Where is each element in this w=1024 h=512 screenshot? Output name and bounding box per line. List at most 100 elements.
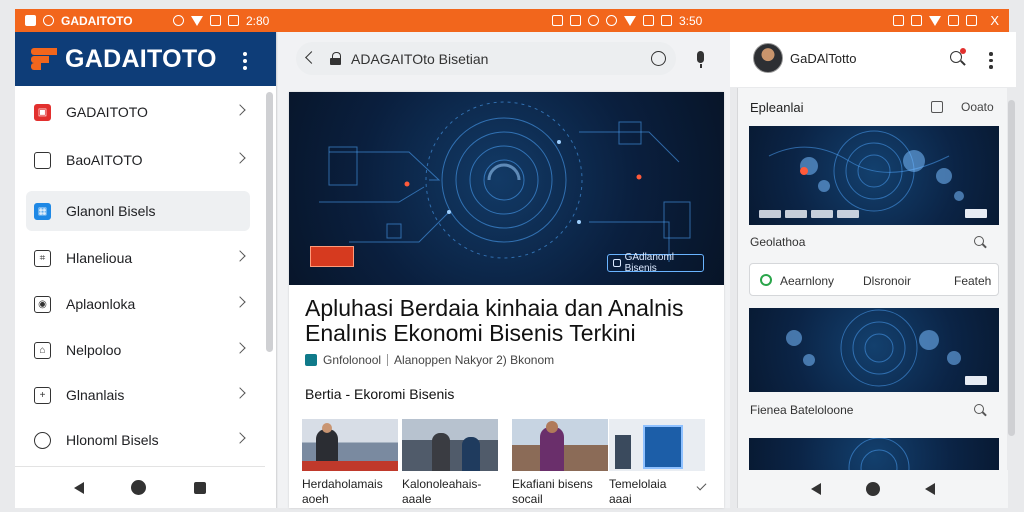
search-icon[interactable] — [974, 236, 984, 246]
status-time: 2:80 — [246, 13, 270, 28]
wifi-icon — [191, 15, 203, 26]
drawer-item-2[interactable]: ▦ Glanonl Bisels — [26, 191, 250, 231]
microphone-icon[interactable] — [697, 51, 704, 68]
drawer-item-5[interactable]: ⌂ Nelpoloo — [26, 330, 250, 370]
drawer-item-7[interactable]: Hlonoml Bisels — [26, 420, 250, 460]
thumb-caption-line: aaale — [402, 492, 432, 506]
filter-tab-3[interactable]: Feateh — [954, 274, 991, 288]
meta-tag[interactable]: Gnfolonool — [323, 353, 381, 367]
signal-icon — [966, 15, 978, 26]
back-icon[interactable] — [73, 481, 84, 494]
system-nav-bar — [738, 470, 1008, 508]
drawer-item-6[interactable]: + Glnanlais — [26, 375, 250, 415]
settings-icon — [911, 15, 923, 26]
drawer-item-label: Glanonl Bisels — [66, 203, 156, 219]
thumb-caption[interactable]: Kalonoleahais- aaale — [402, 477, 512, 507]
thumb-caption-line: aoeh — [302, 492, 329, 506]
info-icon — [613, 259, 621, 267]
profile-name[interactable]: GaDAlTotto — [790, 51, 856, 66]
cast-icon — [552, 15, 563, 26]
related-articles: Herdaholamais aoeh Kalonoleahais- aaale … — [302, 419, 712, 508]
right-sidebar: Epleanlai Ooato Geolathoa Aearnlony Dlsr… — [737, 88, 1008, 508]
clipboard-icon: ⌗ — [34, 249, 51, 267]
wifi-icon — [624, 15, 636, 26]
drawer-item-1[interactable]: BaoAITOTO — [26, 140, 250, 180]
map-tags — [759, 210, 859, 218]
drawer-item-3[interactable]: ⌗ Hlanelioua — [26, 238, 250, 278]
sidebar-label-1[interactable]: Geolathoa — [750, 235, 805, 249]
headline-line-2: Enalınis Ekonomi Bisenis Terkini — [305, 320, 636, 346]
address-text[interactable]: ADAGAITOto Bisetian — [351, 51, 488, 67]
home-icon[interactable] — [131, 480, 147, 495]
article-hero-image: GAdlanoml Bisenis — [289, 92, 724, 285]
drawer-header: GADAITOTO — [15, 32, 276, 86]
drawer-item-label: Hlonoml Bisels — [66, 432, 159, 448]
brand-icon: ▣ — [34, 103, 51, 121]
camera-icon: ◉ — [34, 295, 51, 313]
article-card[interactable]: GAdlanoml Bisenis Apluhasi Berdaia kinha… — [289, 92, 724, 508]
drawer-item-0[interactable]: ▣ GADAITOTO — [26, 92, 250, 132]
drawer-brand-title: GADAITOTO — [65, 44, 217, 73]
search-icon[interactable] — [974, 404, 984, 414]
sidebar-heading: Epleanlai — [750, 100, 804, 115]
sidebar-scrollbar[interactable] — [1008, 100, 1015, 436]
back-arrow-icon[interactable] — [305, 51, 318, 64]
back-icon[interactable] — [925, 483, 936, 495]
thumb-caption-line: aaai — [609, 492, 632, 506]
system-nav-bar — [15, 466, 265, 508]
drawer-item-4[interactable]: ◉ Aplaonloka — [26, 284, 250, 324]
bluetooth-icon — [893, 15, 905, 26]
map-action-button[interactable] — [965, 209, 987, 218]
location-icon — [606, 15, 617, 26]
section-title: Bertia - Ekoromi Bisenis — [305, 386, 455, 402]
thumbnail-image[interactable] — [512, 419, 608, 471]
gallery-icon[interactable] — [931, 101, 943, 113]
chevron-right-icon — [234, 250, 246, 262]
more-options-icon[interactable] — [243, 52, 247, 70]
world-map-card[interactable] — [749, 308, 999, 392]
recent-apps-icon[interactable] — [194, 481, 207, 494]
chevron-right-icon — [234, 296, 246, 308]
more-options-icon[interactable] — [989, 52, 993, 69]
bank-icon: ⌂ — [34, 341, 51, 359]
thumbnail-image[interactable] — [302, 419, 398, 471]
drawer-scrollbar[interactable] — [266, 92, 273, 352]
drawer-item-label: GADAITOTO — [66, 104, 148, 120]
category-icon — [305, 354, 317, 366]
world-map-card[interactable] — [749, 126, 999, 225]
filter-tab-2[interactable]: Dlsronoir — [863, 274, 911, 288]
chevron-right-icon — [234, 432, 246, 444]
hero-logo-badge — [310, 246, 354, 267]
status-bar: GADAITOTO 2:80 3:50 X — [15, 9, 1009, 32]
thumbnail-image[interactable] — [609, 419, 705, 471]
image-icon — [228, 15, 239, 26]
hero-caption-badge: GAdlanoml Bisenis — [607, 252, 704, 274]
profile-bar: GaDAlTotto — [730, 32, 1016, 87]
thumb-caption-line: Kalonoleahais- — [402, 477, 482, 491]
sidebar-heading-action[interactable]: Ooato — [961, 100, 994, 114]
map-action-button[interactable] — [965, 376, 987, 385]
thumb-caption[interactable]: Ekafiani bisens socail — [512, 477, 622, 507]
thumb-caption-line: Herdaholamais — [302, 477, 383, 491]
avatar[interactable] — [753, 43, 783, 73]
back-icon[interactable] — [810, 483, 821, 495]
screenshot-icon — [570, 15, 581, 26]
chevron-right-icon — [234, 387, 246, 399]
shield-icon — [34, 431, 51, 449]
history-icon[interactable] — [651, 51, 666, 66]
home-icon[interactable] — [865, 482, 880, 496]
thumb-caption[interactable]: Herdaholamais aoeh — [302, 477, 412, 507]
filter-tab-1[interactable]: Aearnlony — [780, 274, 834, 288]
close-icon[interactable]: X — [990, 13, 999, 28]
chat-bubble-icon — [34, 151, 51, 169]
status-center-time: 3:50 — [679, 13, 703, 28]
plus-box-icon: + — [34, 386, 51, 404]
wifi-icon — [929, 15, 942, 26]
address-bar[interactable]: ADAGAITOto Bisetian — [296, 42, 676, 75]
thumbnail-image[interactable] — [402, 419, 498, 471]
sidebar-label-2[interactable]: Fienea Bateloloone — [750, 403, 853, 417]
filter-row: Aearnlony Dlsronoir Feateh — [749, 263, 999, 296]
article-headline[interactable]: Apluhasi Berdaia kinhaia dan Analnis Ena… — [305, 296, 715, 346]
notification-icon — [43, 15, 54, 26]
battery-icon — [948, 15, 960, 26]
